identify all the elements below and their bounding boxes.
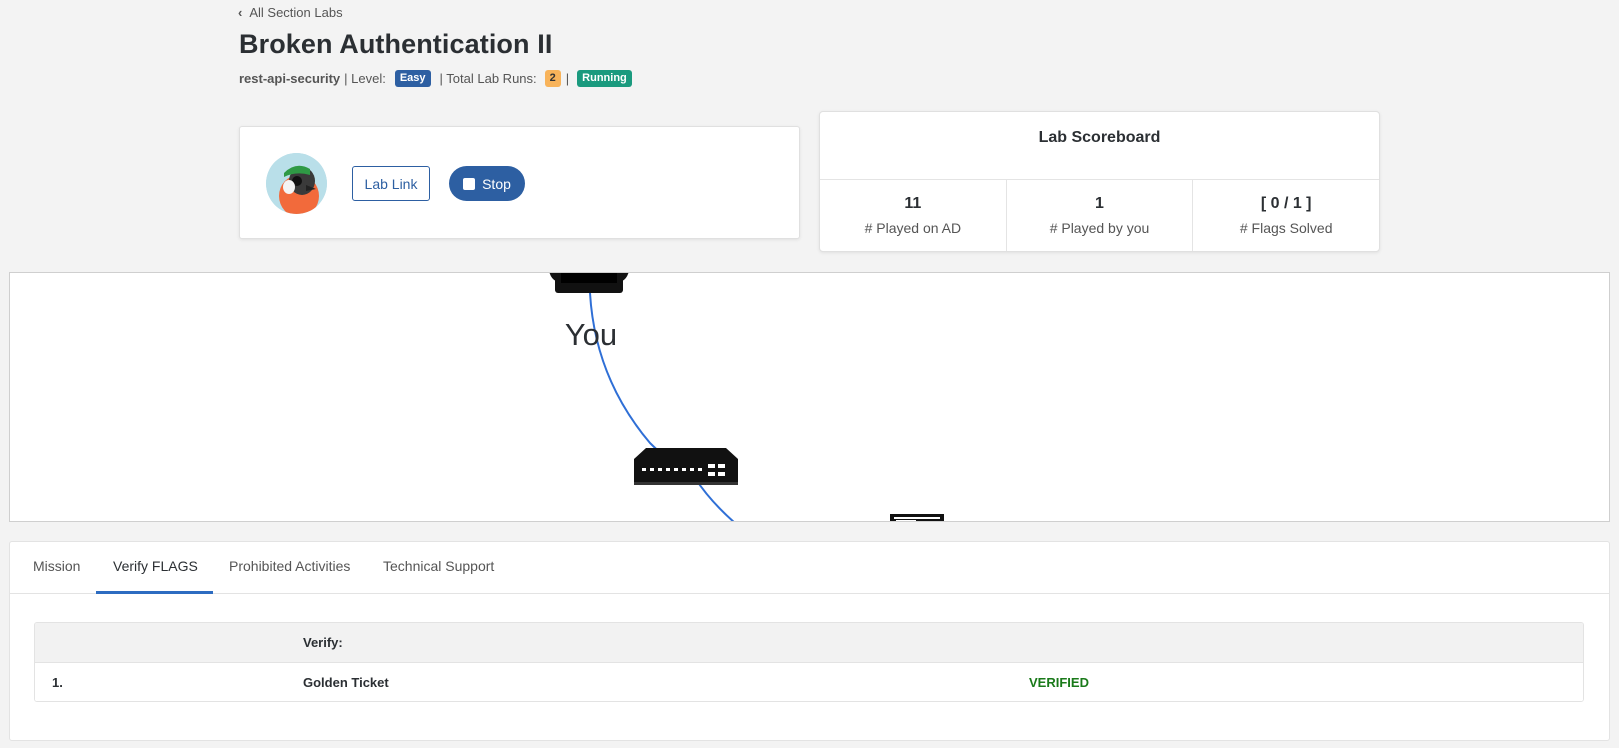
table-header: Verify: bbox=[35, 623, 1583, 663]
meta-separator: | bbox=[565, 71, 570, 86]
avatar bbox=[266, 153, 327, 214]
stat-played-by-you: 1 # Played by you bbox=[1007, 180, 1194, 251]
row-index: 1. bbox=[52, 674, 63, 690]
server-node-icon[interactable] bbox=[890, 514, 944, 522]
scoreboard-title: Lab Scoreboard bbox=[1038, 129, 1161, 146]
tab-mission[interactable]: Mission bbox=[33, 558, 80, 574]
table-row: 1. Golden Ticket VERIFIED bbox=[35, 663, 1583, 701]
lab-meta: rest-api-security | Level: Easy | Total … bbox=[239, 70, 632, 87]
network-topology-canvas[interactable]: You bbox=[9, 272, 1610, 522]
tab-technical-support[interactable]: Technical Support bbox=[383, 558, 494, 574]
lab-link-button[interactable]: Lab Link bbox=[352, 166, 430, 201]
verify-column-header: Verify: bbox=[303, 635, 343, 650]
stat-label: # Flags Solved bbox=[1239, 220, 1333, 236]
user-lab-card: Lab Link Stop bbox=[239, 126, 800, 239]
page-title: Broken Authentication II bbox=[239, 29, 553, 59]
active-tab-indicator bbox=[96, 591, 213, 594]
runs-count-badge: 2 bbox=[544, 70, 561, 87]
tab-prohibited-activities[interactable]: Prohibited Activities bbox=[229, 558, 350, 574]
stat-value: 11 bbox=[904, 195, 922, 212]
pirate-bird-avatar-icon bbox=[266, 153, 327, 214]
level-label: | Level: bbox=[344, 71, 386, 86]
stop-button[interactable]: Stop bbox=[449, 166, 525, 201]
lab-details-panel: Mission Verify FLAGS Prohibited Activiti… bbox=[9, 541, 1610, 741]
tab-verify-flags[interactable]: Verify FLAGS bbox=[113, 558, 198, 574]
stat-label: # Played by you bbox=[1049, 220, 1150, 236]
chevron-left-icon: ‹ bbox=[238, 5, 243, 20]
stat-flags-solved: [ 0 / 1 ] # Flags Solved bbox=[1193, 180, 1379, 251]
flag-name: Golden Ticket bbox=[303, 674, 389, 690]
stop-icon bbox=[463, 177, 476, 190]
network-topology-svg: You bbox=[549, 273, 944, 522]
status-badge: Running bbox=[577, 70, 632, 87]
you-label: You bbox=[565, 317, 617, 352]
network-switch-icon[interactable] bbox=[634, 448, 738, 485]
lab-scoreboard: Lab Scoreboard 11 # Played on AD 1 # Pla… bbox=[819, 111, 1380, 252]
computer-node-icon[interactable] bbox=[549, 273, 629, 293]
runs-label: | Total Lab Runs: bbox=[439, 71, 537, 86]
back-link-label: All Section Labs bbox=[249, 5, 343, 20]
verify-flags-table: Verify: 1. Golden Ticket VERIFIED bbox=[34, 622, 1584, 702]
tab-bar: Mission Verify FLAGS Prohibited Activiti… bbox=[10, 542, 1609, 594]
stat-value: [ 0 / 1 ] bbox=[1260, 195, 1312, 212]
stat-value: 1 bbox=[1095, 195, 1104, 212]
stat-label: # Played on AD bbox=[864, 220, 962, 236]
lab-slug: rest-api-security bbox=[239, 71, 341, 86]
stat-played-on-ad: 11 # Played on AD bbox=[820, 180, 1007, 251]
level-badge: Easy bbox=[394, 70, 431, 87]
flag-status: VERIFIED bbox=[1029, 674, 1089, 690]
stop-button-label: Stop bbox=[482, 175, 511, 192]
scoreboard-stats: 11 # Played on AD 1 # Played by you [ 0 … bbox=[820, 179, 1379, 251]
back-to-section-labs-link[interactable]: ‹ All Section Labs bbox=[238, 5, 343, 20]
